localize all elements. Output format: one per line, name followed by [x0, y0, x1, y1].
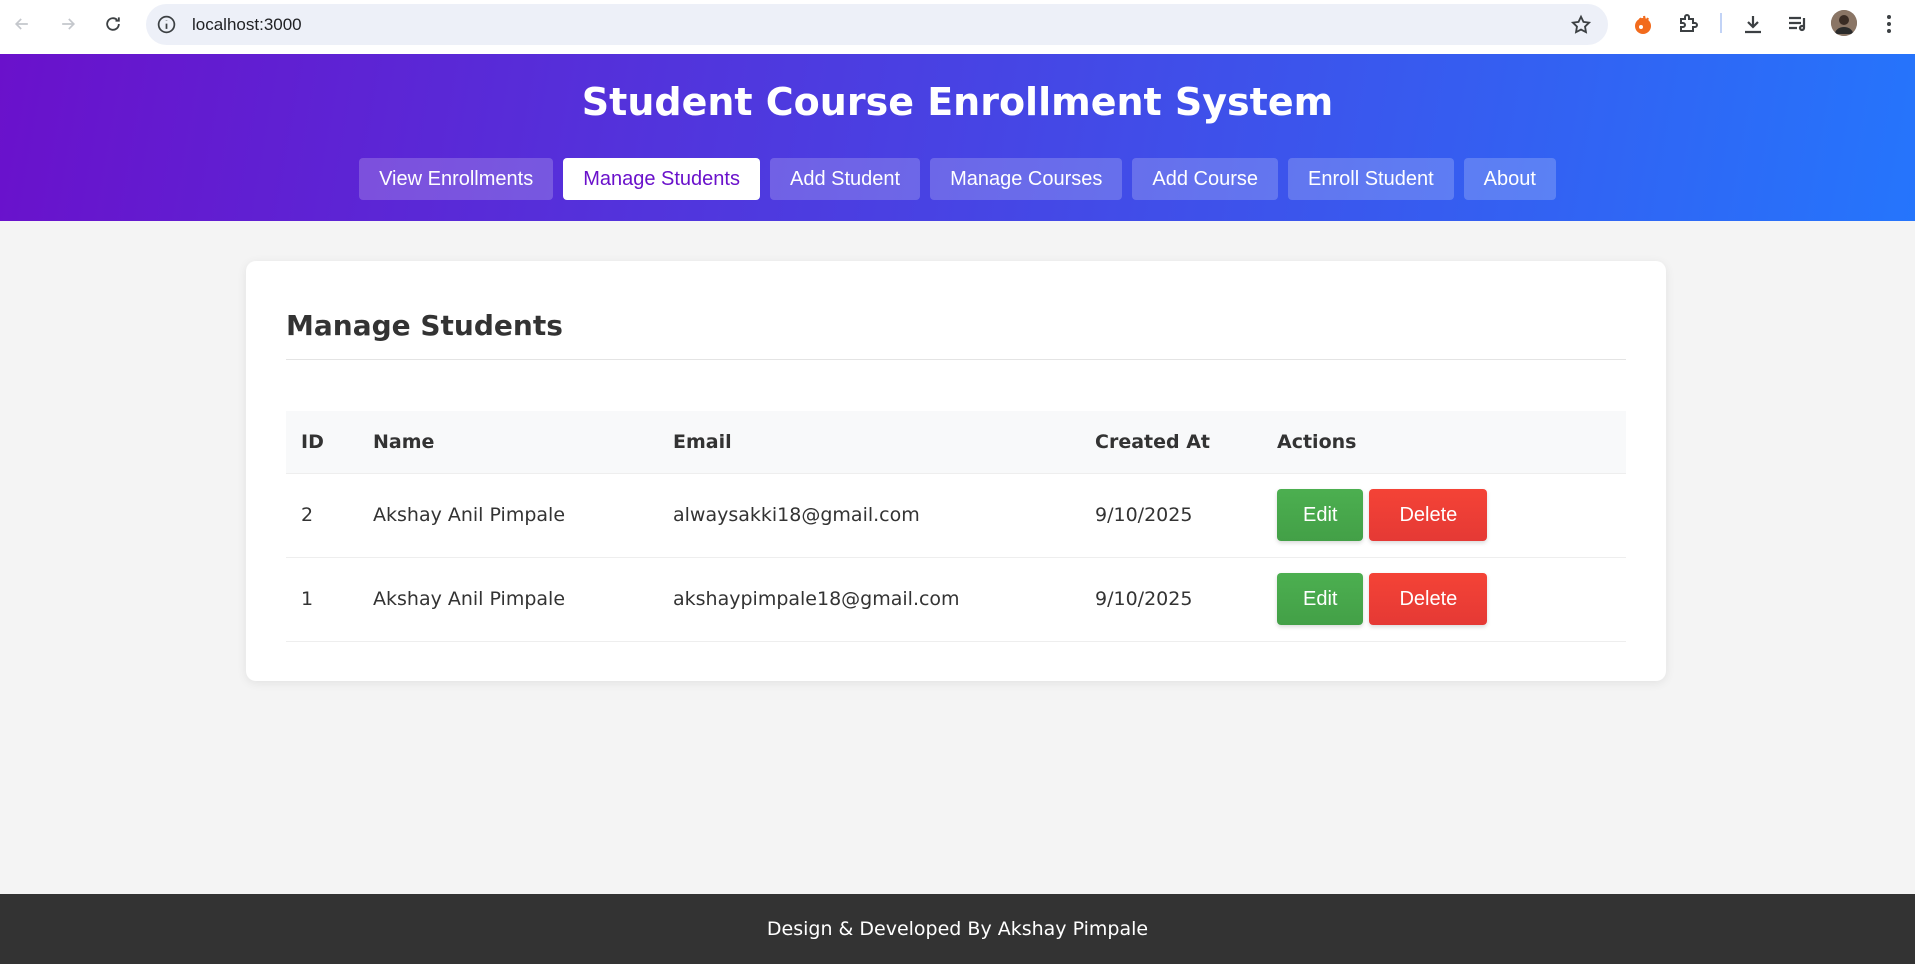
cell-actions: Edit Delete: [1262, 473, 1626, 558]
app-header: Student Course Enrollment System View En…: [0, 54, 1915, 221]
download-icon[interactable]: [1741, 12, 1765, 36]
cell-email: alwaysakki18@gmail.com: [658, 473, 1080, 558]
address-bar[interactable]: localhost:3000: [146, 4, 1608, 45]
forward-icon[interactable]: [50, 6, 86, 42]
toolbar-separator: [1720, 13, 1722, 33]
nav-enroll-student[interactable]: Enroll Student: [1288, 158, 1454, 200]
delete-button[interactable]: Delete: [1369, 573, 1488, 625]
cell-created-at: 9/10/2025: [1080, 557, 1262, 642]
students-card: Manage Students ID Name Email Created At…: [246, 261, 1666, 681]
nav-add-student[interactable]: Add Student: [769, 158, 921, 200]
column-header-email: Email: [658, 411, 1080, 474]
nav-about[interactable]: About: [1463, 158, 1556, 200]
cell-id: 1: [286, 557, 358, 642]
url-text[interactable]: localhost:3000: [192, 15, 302, 35]
nav-manage-students[interactable]: Manage Students: [563, 158, 760, 200]
cell-name: Akshay Anil Pimpale: [358, 473, 658, 558]
cell-actions: Edit Delete: [1262, 557, 1626, 642]
back-icon[interactable]: [4, 6, 40, 42]
extension-orange-icon[interactable]: [1631, 12, 1655, 36]
edit-button[interactable]: Edit: [1277, 573, 1364, 625]
reload-icon[interactable]: [95, 6, 131, 42]
column-header-created-at: Created At: [1080, 411, 1262, 474]
cell-created-at: 9/10/2025: [1080, 473, 1262, 558]
column-header-name: Name: [358, 411, 658, 474]
table-row: 1 Akshay Anil Pimpale akshaypimpale18@gm…: [286, 557, 1626, 642]
browser-toolbar: localhost:3000: [0, 0, 1915, 54]
nav-manage-courses[interactable]: Manage Courses: [930, 158, 1123, 200]
cell-email: akshaypimpale18@gmail.com: [658, 557, 1080, 642]
nav-view-enrollments[interactable]: View Enrollments: [359, 158, 554, 200]
bookmark-star-icon[interactable]: [1570, 14, 1592, 36]
students-table: ID Name Email Created At Actions 2 Aksha…: [286, 411, 1626, 642]
title-divider: [286, 359, 1626, 360]
page-title: Manage Students: [286, 309, 563, 342]
footer-credit: Design & Developed By Akshay Pimpale: [766, 918, 1149, 940]
cell-id: 2: [286, 473, 358, 558]
table-header-row: ID Name Email Created At Actions: [286, 411, 1626, 474]
nav-add-course[interactable]: Add Course: [1132, 158, 1279, 200]
extensions-puzzle-icon[interactable]: [1676, 12, 1700, 36]
edit-button[interactable]: Edit: [1277, 489, 1364, 541]
cell-name: Akshay Anil Pimpale: [358, 557, 658, 642]
more-menu-icon[interactable]: [1877, 12, 1901, 36]
main-nav: View Enrollments Manage Students Add Stu…: [0, 158, 1915, 200]
column-header-actions: Actions: [1262, 411, 1626, 474]
page-footer: Design & Developed By Akshay Pimpale: [0, 894, 1915, 964]
site-info-icon[interactable]: [156, 14, 177, 35]
delete-button[interactable]: Delete: [1369, 489, 1488, 541]
table-row: 2 Akshay Anil Pimpale alwaysakki18@gmail…: [286, 473, 1626, 558]
column-header-id: ID: [286, 411, 358, 474]
reading-list-icon[interactable]: [1786, 12, 1810, 36]
profile-avatar[interactable]: [1831, 10, 1857, 36]
app-title: Student Course Enrollment System: [581, 80, 1334, 124]
